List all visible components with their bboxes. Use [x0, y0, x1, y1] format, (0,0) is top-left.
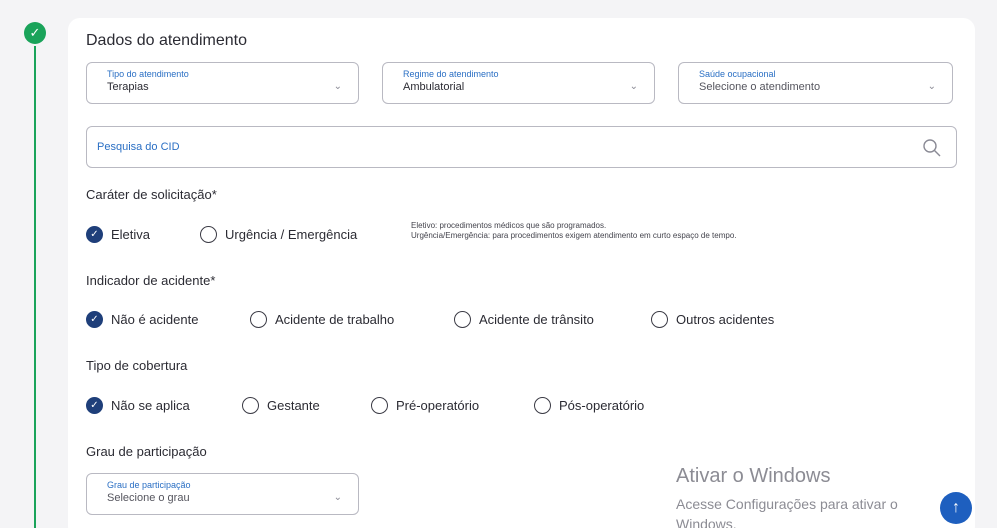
step-complete-icon: ✓: [24, 22, 46, 44]
cid-search-placeholder: Pesquisa do CID: [97, 141, 180, 153]
radio-acidente-transito[interactable]: Acidente de trânsito: [454, 309, 594, 329]
cid-search-input[interactable]: Pesquisa do CID: [86, 126, 957, 168]
radio-acidente-trabalho[interactable]: Acidente de trabalho: [250, 309, 394, 329]
radio-pos-operatorio-label: Pós-operatório: [559, 397, 645, 413]
watermark-line-3: Windows.: [676, 516, 737, 528]
radio-unchecked-icon: [534, 396, 551, 414]
chevron-down-icon: ⌄: [629, 81, 638, 92]
regime-atendimento-select[interactable]: Regime do atendimento Ambulatorial ⌄: [382, 62, 655, 104]
scroll-top-button[interactable]: ↑: [940, 492, 972, 524]
radio-unchecked-icon: [371, 396, 388, 414]
grau-participacao-placeholder: Selecione o grau: [107, 492, 190, 504]
radio-eletiva-label: Eletiva: [111, 226, 151, 242]
regime-atendimento-label: Regime do atendimento: [403, 69, 499, 79]
radio-unchecked-icon: [242, 396, 259, 414]
carater-label: Caráter de solicitação*: [86, 187, 217, 202]
chevron-down-icon: ⌄: [333, 492, 342, 503]
radio-outros-acidentes-label: Outros acidentes: [676, 311, 775, 327]
radio-urgencia-emergencia[interactable]: Urgência / Emergência: [200, 224, 357, 244]
radio-nao-e-acidente[interactable]: ✓ Não é acidente: [86, 309, 198, 329]
radio-nao-se-aplica-label: Não se aplica: [111, 397, 190, 413]
participacao-label: Grau de participação: [86, 444, 207, 459]
radio-outros-acidentes[interactable]: Outros acidentes: [651, 309, 774, 329]
tipo-atendimento-label: Tipo do atendimento: [107, 69, 189, 79]
saude-ocupacional-placeholder: Selecione o atendimento: [699, 81, 821, 93]
radio-gestante[interactable]: Gestante: [242, 395, 320, 415]
radio-checked-icon: ✓: [86, 225, 103, 243]
arrow-up-icon: ↑: [952, 499, 960, 516]
grau-participacao-label: Grau de participação: [107, 480, 191, 490]
radio-eletiva[interactable]: ✓ Eletiva: [86, 224, 150, 244]
search-icon[interactable]: [922, 138, 942, 158]
radio-unchecked-icon: [200, 225, 217, 243]
windows-activation-watermark: Ativar o Windows Acesse Configurações pa…: [676, 465, 898, 528]
acidente-label: Indicador de acidente*: [86, 273, 216, 288]
chevron-down-icon: ⌄: [333, 81, 342, 92]
carater-hint: Eletivo: procedimentos médicos que são p…: [411, 221, 737, 241]
chevron-down-icon: ⌄: [927, 81, 936, 92]
carater-hint-line-2: Urgência/Emergência: para procedimentos …: [411, 231, 737, 240]
radio-checked-icon: ✓: [86, 310, 103, 328]
cobertura-label: Tipo de cobertura: [86, 358, 188, 373]
radio-gestante-label: Gestante: [267, 397, 320, 413]
radio-unchecked-icon: [250, 310, 267, 328]
watermark-line-1: Ativar o Windows: [676, 465, 831, 487]
tipo-atendimento-value: Terapias: [107, 81, 149, 93]
radio-pos-operatorio[interactable]: Pós-operatório: [534, 395, 644, 415]
radio-acidente-trabalho-label: Acidente de trabalho: [275, 311, 395, 327]
regime-atendimento-value: Ambulatorial: [403, 81, 465, 93]
stepper-line: [34, 46, 36, 528]
radio-pre-operatorio[interactable]: Pré-operatório: [371, 395, 479, 415]
radio-checked-icon: ✓: [86, 396, 103, 414]
carater-hint-line-1: Eletivo: procedimentos médicos que são p…: [411, 221, 607, 230]
radio-unchecked-icon: [651, 310, 668, 328]
radio-unchecked-icon: [454, 310, 471, 328]
tipo-atendimento-select[interactable]: Tipo do atendimento Terapias ⌄: [86, 62, 359, 104]
section-title: Dados do atendimento: [86, 32, 247, 49]
radio-acidente-transito-label: Acidente de trânsito: [479, 311, 594, 327]
saude-ocupacional-select[interactable]: Saúde ocupacional Selecione o atendiment…: [678, 62, 953, 104]
saude-ocupacional-label: Saúde ocupacional: [699, 69, 776, 79]
radio-nao-se-aplica[interactable]: ✓ Não se aplica: [86, 395, 190, 415]
radio-nao-e-acidente-label: Não é acidente: [111, 311, 199, 327]
grau-participacao-select[interactable]: Grau de participação Selecione o grau ⌄: [86, 473, 359, 515]
radio-pre-operatorio-label: Pré-operatório: [396, 397, 480, 413]
watermark-line-2: Acesse Configurações para ativar o: [676, 496, 898, 512]
radio-urgencia-label: Urgência / Emergência: [225, 226, 358, 242]
